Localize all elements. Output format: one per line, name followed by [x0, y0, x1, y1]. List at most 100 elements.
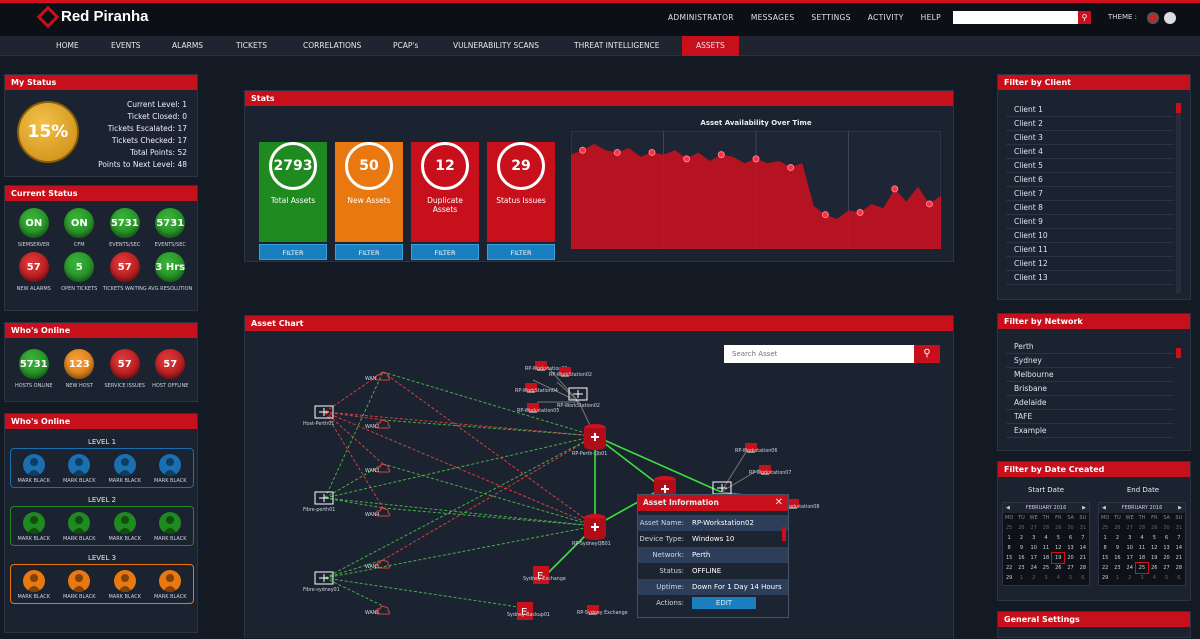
availability-point[interactable] [752, 155, 760, 163]
network-item[interactable]: Sydney [1006, 354, 1174, 368]
client-item[interactable]: Client 11 [1006, 243, 1174, 257]
calendar-day[interactable]: 5 [1052, 533, 1064, 543]
calendar-day[interactable]: 2 [1111, 533, 1123, 543]
calendar-day[interactable]: 3 [1040, 573, 1052, 583]
calendar-day[interactable]: 7 [1077, 533, 1089, 543]
filter-button[interactable]: FILTER [335, 244, 403, 260]
calendar-day[interactable]: 25 [1134, 562, 1150, 574]
calendar-day[interactable]: 25 [1040, 563, 1052, 573]
calendar-day[interactable]: 18 [1136, 553, 1148, 563]
exchange-node[interactable]: E Sydney-Exchange [523, 566, 566, 588]
availability-point[interactable] [579, 146, 587, 154]
network-item[interactable]: TAFE [1006, 410, 1174, 424]
calendar-day[interactable]: 14 [1077, 543, 1089, 553]
calendar-day[interactable]: 26 [1052, 563, 1064, 573]
calendar-day[interactable]: 8 [1003, 543, 1015, 553]
workstation-node[interactable]: RP-Workstation08 [777, 494, 819, 513]
calendar-day[interactable]: 28 [1173, 563, 1185, 573]
chevron-left-icon[interactable]: ◀ [1006, 503, 1010, 513]
availability-point[interactable] [856, 209, 864, 217]
calendar-day[interactable]: 31 [1173, 523, 1185, 533]
calendar-day[interactable]: 4 [1136, 533, 1148, 543]
availability-point[interactable] [648, 148, 656, 156]
calendar-day[interactable]: 12 [1052, 543, 1064, 553]
calendar-day[interactable]: 25 [1003, 523, 1015, 533]
calendar-day[interactable]: 2 [1028, 573, 1040, 583]
close-icon[interactable]: ✕ [775, 495, 783, 511]
calendar-day[interactable]: 6 [1077, 573, 1089, 583]
workstation-node[interactable]: RP-Workstation07 [749, 460, 791, 479]
calendar-day[interactable]: 3 [1124, 533, 1136, 543]
availability-point[interactable] [717, 151, 725, 159]
calendar-day[interactable]: 23 [1111, 563, 1123, 573]
global-search-input[interactable] [953, 11, 1078, 24]
calendar-day[interactable]: 30 [1160, 523, 1172, 533]
calendar-day[interactable]: 19 [1051, 552, 1066, 564]
calendar-day[interactable]: 22 [1003, 563, 1015, 573]
network-item[interactable]: Perth [1006, 340, 1174, 354]
calendar-day[interactable]: 27 [1160, 563, 1172, 573]
calendar-day[interactable]: 5 [1160, 573, 1172, 583]
calendar-day[interactable]: 6 [1173, 573, 1185, 583]
calendar-day[interactable]: 16 [1015, 553, 1027, 563]
calendar-day[interactable]: 1 [1015, 573, 1027, 583]
theme-dark-toggle[interactable] [1147, 12, 1159, 24]
filter-button[interactable]: FILTER [411, 244, 479, 260]
calendar-day[interactable]: 4 [1040, 533, 1052, 543]
user-avatar-item[interactable]: MARK BLACK [154, 570, 187, 600]
filter-button[interactable]: FILTER [487, 244, 555, 260]
wan-cloud[interactable]: WAN3 [365, 458, 391, 477]
calendar-day[interactable]: 12 [1148, 543, 1160, 553]
user-avatar-item[interactable]: MARK BLACK [17, 512, 50, 542]
calendar-day[interactable]: 23 [1015, 563, 1027, 573]
router-node[interactable]: RP-Perth-Qb01 [572, 422, 608, 457]
calendar-day[interactable]: 30 [1064, 523, 1076, 533]
calendar-day[interactable]: 21 [1077, 553, 1089, 563]
search-icon[interactable]: ⚲ [1078, 11, 1091, 24]
workstation-node[interactable]: RP-WorkStation02 [549, 362, 592, 381]
availability-point[interactable] [821, 211, 829, 219]
availability-point[interactable] [613, 148, 621, 156]
tab-threat-intelligence[interactable]: THREAT INTELLIGENCE [574, 36, 660, 56]
client-item[interactable]: Client 12 [1006, 257, 1174, 271]
calendar-day[interactable]: 16 [1111, 553, 1123, 563]
calendar-day[interactable]: 5 [1148, 533, 1160, 543]
client-item[interactable]: Client 8 [1006, 201, 1174, 215]
calendar-day[interactable]: 9 [1111, 543, 1123, 553]
client-item[interactable]: Client 13 [1006, 271, 1174, 285]
topnav-item-settings[interactable]: SETTINGS [811, 13, 850, 22]
user-avatar-item[interactable]: MARK BLACK [17, 570, 50, 600]
calendar-day[interactable]: 19 [1148, 553, 1160, 563]
availability-point[interactable] [925, 200, 933, 208]
calendar-day[interactable]: 25 [1099, 523, 1111, 533]
workstation-node[interactable]: RP-Workstation03 [525, 356, 567, 375]
calendar-day[interactable]: 28 [1077, 563, 1089, 573]
client-item[interactable]: Client 1 [1006, 103, 1174, 117]
workstation-node[interactable]: RP-Workstation05 [517, 398, 559, 417]
network-item[interactable]: Melbourne [1006, 368, 1174, 382]
network-item[interactable]: Brisbane [1006, 382, 1174, 396]
availability-point[interactable] [787, 163, 795, 171]
calendar-day[interactable]: 11 [1040, 543, 1052, 553]
calendar-day[interactable]: 29 [1052, 523, 1064, 533]
fibre-node[interactable]: Fibre-perth01 [303, 490, 335, 513]
wan-cloud[interactable]: WAN6 [365, 600, 391, 619]
calendar-day[interactable]: 29 [1148, 523, 1160, 533]
user-avatar-item[interactable]: MARK BLACK [63, 454, 96, 484]
wan-cloud[interactable]: WAN5 [365, 554, 391, 573]
client-item[interactable]: Client 5 [1006, 159, 1174, 173]
calendar-day[interactable]: 3 [1028, 533, 1040, 543]
calendar-day[interactable]: 26 [1111, 523, 1123, 533]
calendar-day[interactable]: 27 [1028, 523, 1040, 533]
user-avatar-item[interactable]: MARK BLACK [17, 454, 50, 484]
calendar-day[interactable]: 8 [1099, 543, 1111, 553]
calendar-day[interactable]: 14 [1173, 543, 1185, 553]
calendar-day[interactable]: 4 [1052, 573, 1064, 583]
topnav-item-messages[interactable]: MESSAGES [751, 13, 795, 22]
scrollbar[interactable] [1176, 103, 1181, 293]
calendar-day[interactable]: 28 [1136, 523, 1148, 533]
client-item[interactable]: Client 4 [1006, 145, 1174, 159]
network-item[interactable]: Example [1006, 424, 1174, 438]
user-avatar-item[interactable]: MARK BLACK [108, 512, 141, 542]
calendar-day[interactable]: 31 [1077, 523, 1089, 533]
